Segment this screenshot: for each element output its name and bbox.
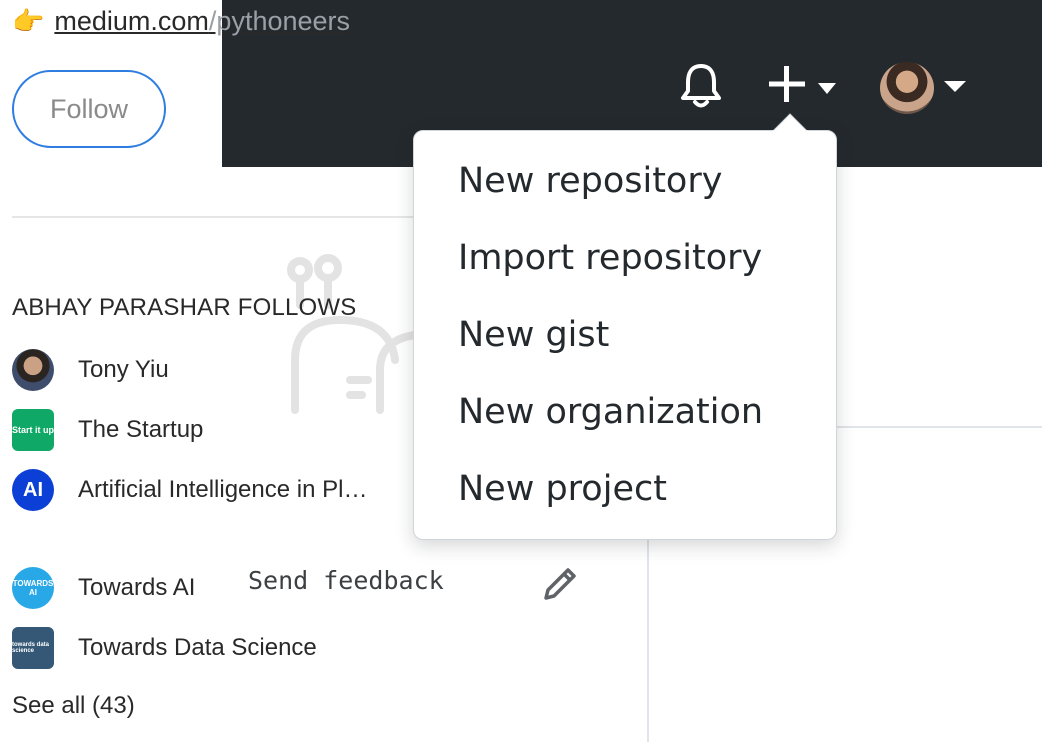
follow-item-artificial-intelligence[interactable]: AI Artificial Intelligence in Pl…	[12, 468, 367, 512]
panel-border-horizontal	[837, 426, 1042, 428]
menu-item-new-project[interactable]: New project	[458, 469, 667, 509]
follow-item-the-startup[interactable]: Start it up The Startup	[12, 408, 203, 452]
medium-profile-link[interactable]: 👉 medium.com/pythoneers	[12, 4, 350, 38]
dropdown-pointer-arrow	[772, 113, 808, 132]
ai-publication-logo: AI	[12, 469, 54, 511]
faint-robot-illustration-icon	[287, 254, 419, 414]
link-path: /pythoneers	[208, 5, 351, 36]
menu-item-new-gist[interactable]: New gist	[458, 315, 609, 355]
follow-item-tony-yiu[interactable]: Tony Yiu	[12, 348, 169, 392]
page: 👉 medium.com/pythoneers Follow ABHAY PAR…	[0, 0, 1042, 742]
create-new-plus-icon[interactable]	[765, 62, 809, 106]
link-domain: medium.com	[54, 5, 209, 36]
menu-item-new-organization[interactable]: New organization	[458, 392, 763, 432]
follow-item-label: Artificial Intelligence in Pl…	[78, 476, 368, 503]
follow-item-label: The Startup	[78, 416, 204, 443]
menu-item-import-repository[interactable]: Import repository	[458, 238, 762, 278]
see-all-link[interactable]: See all (43)	[12, 692, 135, 720]
follow-item-towards-ai[interactable]: TOWARDS AI Towards AI	[12, 566, 195, 610]
the-startup-logo: Start it up	[12, 409, 54, 451]
notifications-bell-icon[interactable]	[678, 60, 724, 110]
tony-yiu-avatar	[12, 349, 54, 391]
user-avatar[interactable]	[880, 62, 934, 114]
send-feedback-label[interactable]: Send feedback	[248, 566, 444, 595]
user-menu-caret-icon[interactable]	[944, 81, 966, 93]
follow-item-label: Towards AI	[78, 574, 196, 601]
towards-ai-logo: TOWARDS AI	[12, 567, 54, 609]
follow-item-towards-data-science[interactable]: towards data science Towards Data Scienc…	[12, 626, 317, 670]
menu-item-new-repository[interactable]: New repository	[458, 161, 722, 201]
pointing-hand-icon: 👉	[12, 5, 45, 36]
follow-item-label: Tony Yiu	[78, 356, 169, 383]
pencil-edit-icon[interactable]	[538, 562, 582, 606]
create-new-dropdown-menu: New repository Import repository New gis…	[413, 130, 837, 540]
towards-data-science-logo: towards data science	[12, 627, 54, 669]
follow-item-label: Towards Data Science	[78, 634, 317, 661]
create-dropdown-caret-icon[interactable]	[818, 83, 836, 95]
follow-button[interactable]: Follow	[12, 70, 166, 148]
follows-section-title: ABHAY PARASHAR FOLLOWS	[12, 294, 357, 321]
panel-border-vertical	[647, 540, 649, 742]
section-divider	[12, 216, 432, 218]
